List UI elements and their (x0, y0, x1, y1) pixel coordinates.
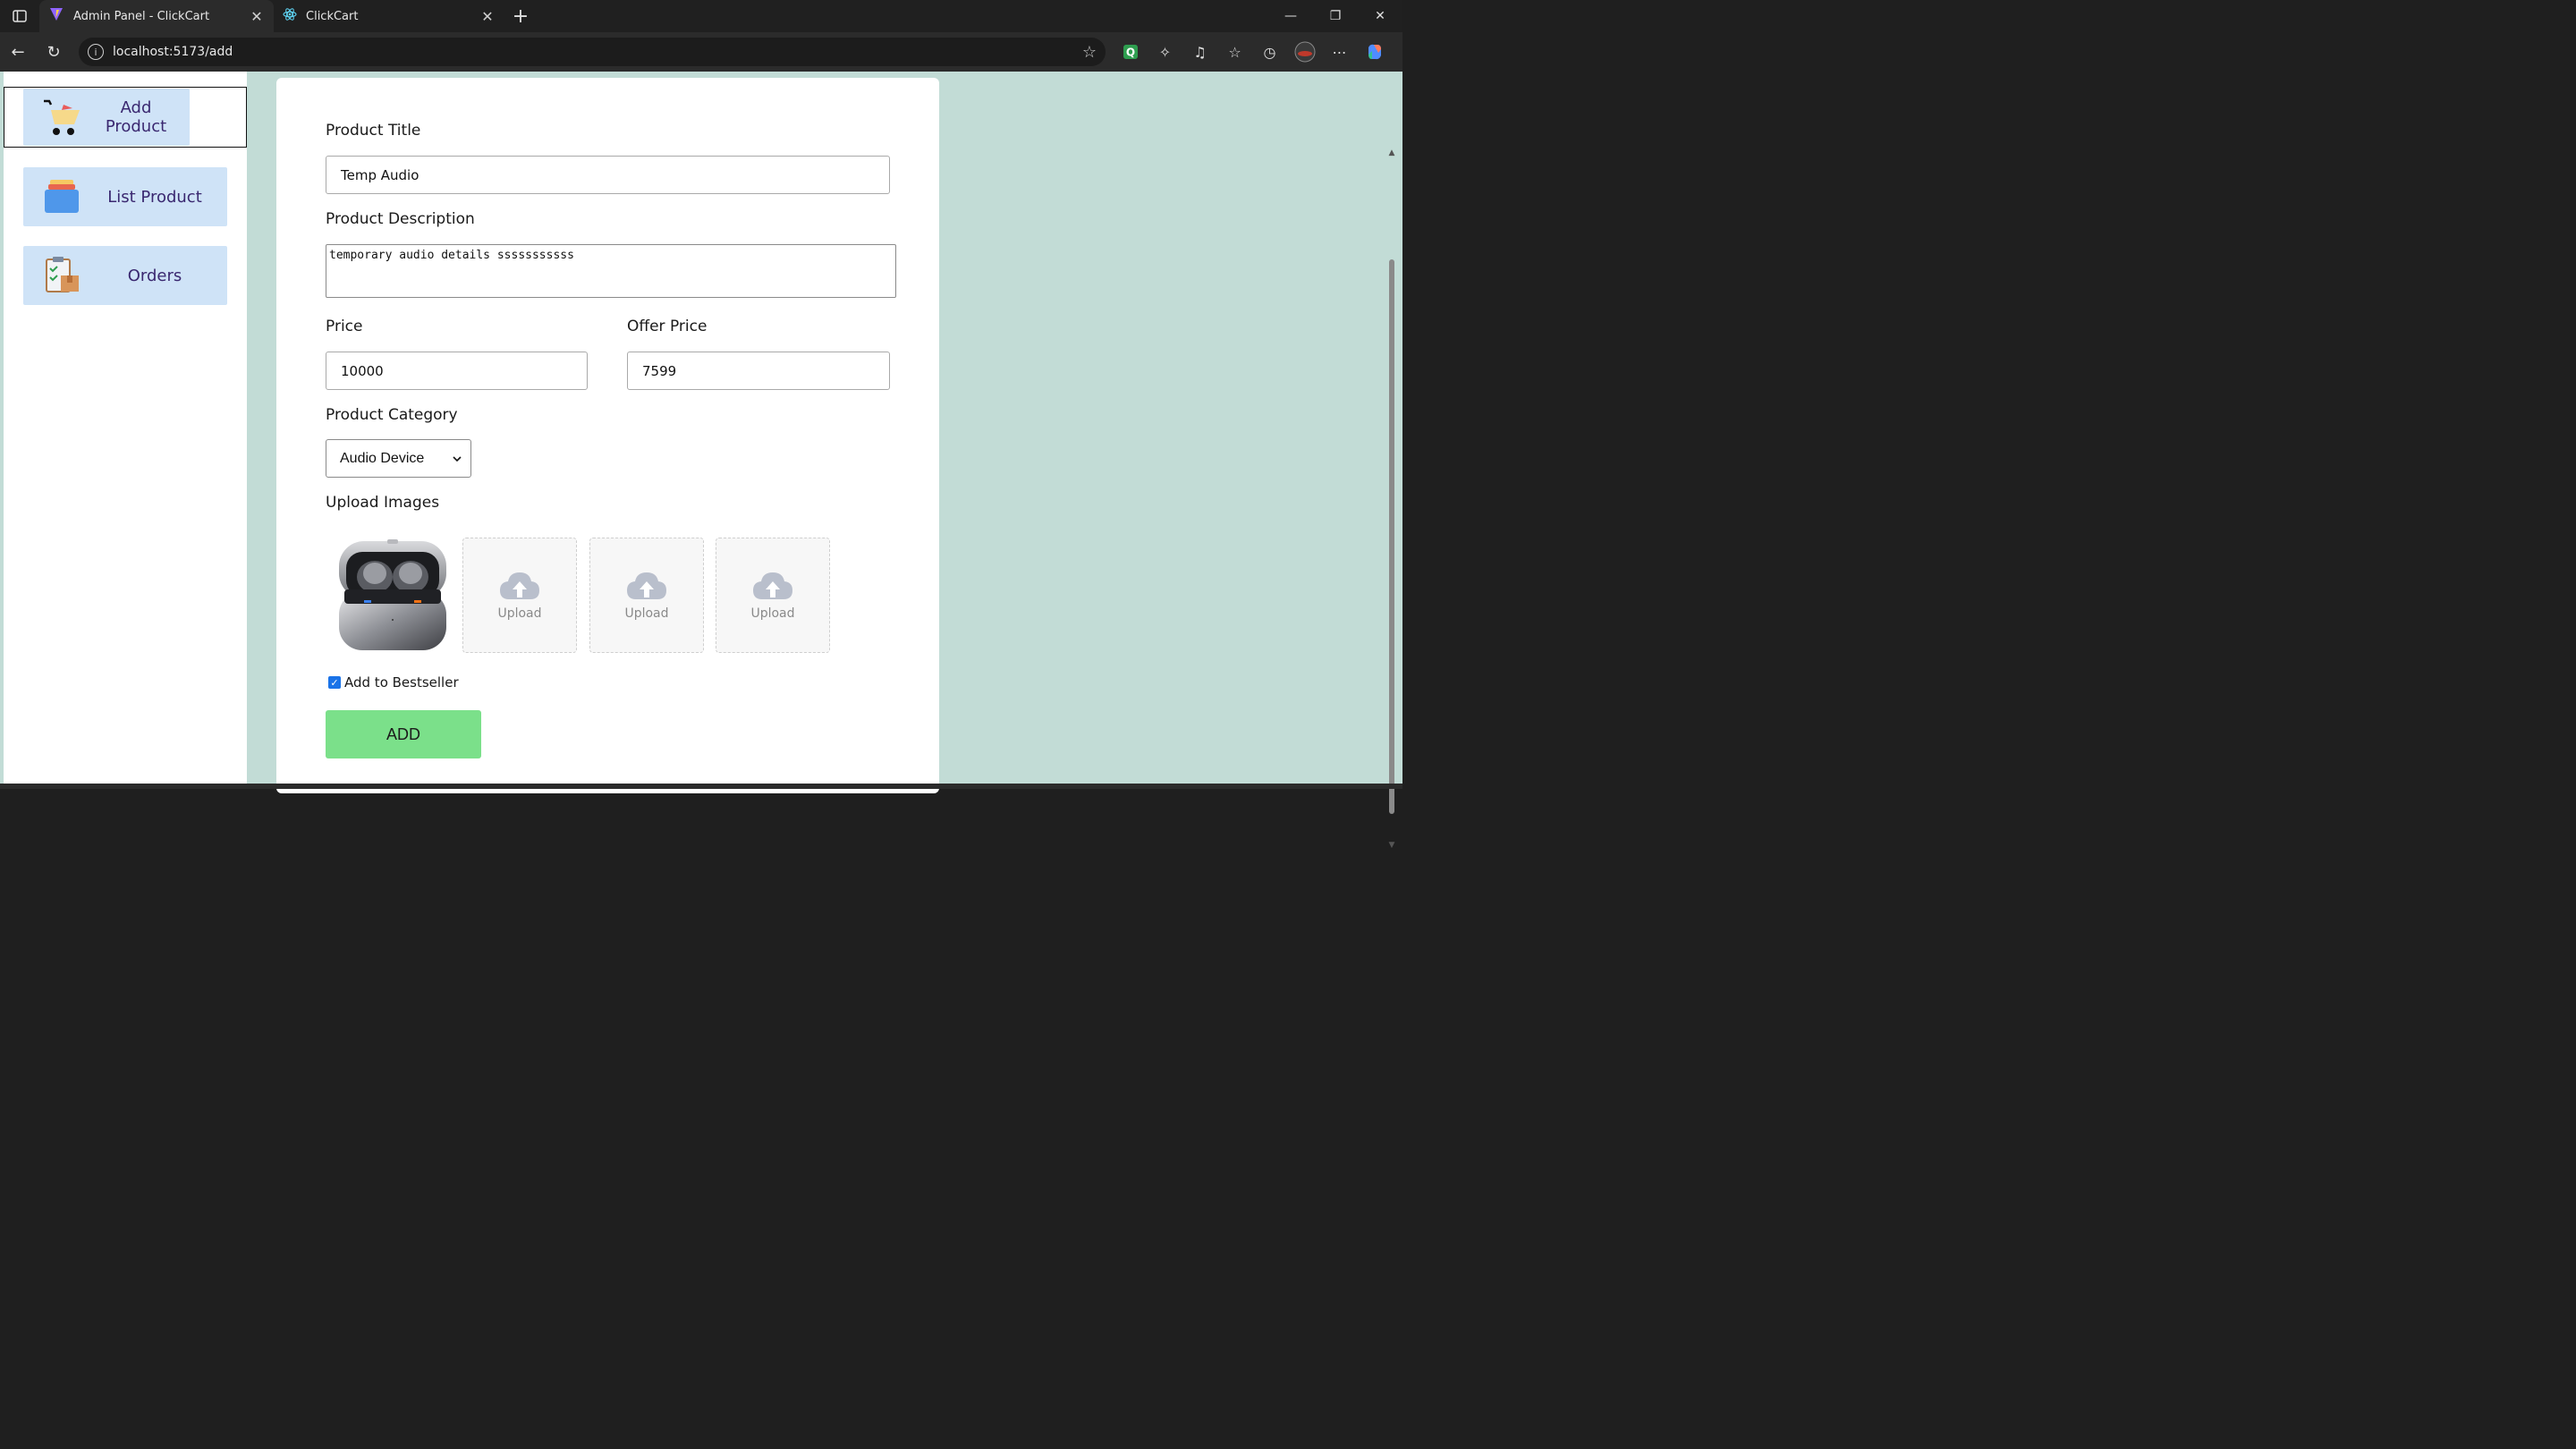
cloud-upload-icon (625, 571, 668, 605)
bestseller-checkbox[interactable]: ✓ (328, 676, 341, 689)
upload-slot-3[interactable]: Upload (589, 538, 704, 653)
extension-q-icon[interactable]: Q (1113, 32, 1148, 72)
media-icon[interactable]: ♫ (1182, 32, 1217, 72)
scroll-up-icon[interactable]: ▲ (1386, 148, 1397, 157)
add-product-button[interactable]: ADD (326, 710, 481, 758)
product-description-label: Product Description (326, 210, 475, 228)
offer-price-label: Offer Price (627, 318, 708, 335)
sidebar-toggle-icon[interactable] (0, 0, 39, 32)
product-description-textarea[interactable]: temporary audio details sssssssssss (326, 244, 896, 298)
close-window-icon[interactable]: ✕ (1358, 0, 1402, 32)
upload-slot-label: Upload (497, 606, 542, 621)
sidebar-item-orders[interactable]: Orders (23, 246, 227, 305)
upload-slot-4[interactable]: Upload (716, 538, 830, 653)
close-tab-icon[interactable]: ✕ (479, 8, 496, 25)
sidebar-item-label: Orders (127, 266, 182, 285)
new-tab-icon[interactable]: + (504, 0, 537, 32)
minimize-icon[interactable]: — (1268, 0, 1313, 32)
add-product-form: Product Title Temp Audio Product Descrip… (276, 78, 939, 793)
product-title-label: Product Title (326, 122, 421, 140)
profile-avatar[interactable] (1287, 32, 1322, 72)
cloud-upload-icon (751, 571, 794, 605)
admin-sidebar: Add Product List Product Orders (4, 72, 247, 784)
browser-tab-bar: Admin Panel - ClickCart ✕ ClickCart ✕ + … (0, 0, 1402, 32)
cart-icon (30, 97, 93, 137)
close-tab-icon[interactable]: ✕ (249, 8, 265, 25)
tab-title: ClickCart (306, 9, 359, 23)
history-icon[interactable]: ◷ (1252, 32, 1287, 72)
extensions-puzzle-icon[interactable]: ✧ (1148, 32, 1182, 72)
page-scrollbar[interactable]: ▲ ▼ (1386, 148, 1397, 855)
url-text: localhost:5173/add (113, 45, 233, 59)
scroll-thumb[interactable] (1389, 259, 1394, 814)
page-content: Add Product List Product Orders Product … (0, 72, 1402, 850)
reload-icon[interactable]: ↻ (36, 32, 72, 72)
selected-category: Audio Device (340, 450, 425, 466)
sidebar-item-label: List Product (107, 187, 202, 207)
window-bottom-edge (0, 784, 1402, 789)
copilot-icon[interactable] (1357, 32, 1392, 72)
price-label: Price (326, 318, 363, 335)
back-icon[interactable]: ← (0, 32, 36, 72)
browser-toolbar: ← ↻ i localhost:5173/add ☆ Q ✧ ♫ ☆ ◷ ⋯ (0, 32, 1402, 72)
tab-admin-panel[interactable]: Admin Panel - ClickCart ✕ (39, 0, 274, 32)
svg-text:Q: Q (1125, 47, 1134, 59)
scroll-down-icon[interactable]: ▼ (1386, 841, 1397, 850)
bestseller-label: Add to Bestseller (344, 674, 459, 691)
upload-slot-2[interactable]: Upload (462, 538, 577, 653)
cloud-upload-icon (498, 571, 541, 605)
tab-title: Admin Panel - ClickCart (73, 9, 210, 23)
favorites-icon[interactable]: ☆ (1217, 32, 1252, 72)
sidebar-item-list-product[interactable]: List Product (23, 167, 227, 226)
sidebar-item-add-product[interactable]: Add Product (23, 89, 190, 146)
tab-clickcart[interactable]: ClickCart ✕ (274, 0, 504, 32)
product-title-input[interactable]: Temp Audio (326, 156, 890, 194)
bestseller-row: ✓ Add to Bestseller (328, 674, 459, 691)
product-category-select[interactable]: Audio Device (326, 439, 471, 478)
price-input[interactable]: 10000 (326, 352, 588, 390)
product-category-label: Product Category (326, 406, 458, 424)
uploaded-image-preview[interactable] (337, 538, 448, 652)
more-menu-icon[interactable]: ⋯ (1322, 32, 1357, 72)
restore-icon[interactable]: ❐ (1313, 0, 1358, 32)
clipboard-box-icon (30, 256, 93, 295)
address-bar[interactable]: i localhost:5173/add ☆ (79, 38, 1106, 66)
vite-icon (48, 6, 64, 26)
upload-slot-label: Upload (750, 606, 795, 621)
stack-icon (30, 178, 93, 216)
site-info-icon[interactable]: i (88, 44, 104, 60)
window-controls: — ❐ ✕ (1268, 0, 1402, 32)
earbuds-case-image (339, 539, 446, 650)
react-icon (283, 7, 297, 25)
upload-images-label: Upload Images (326, 494, 440, 512)
sidebar-item-label: Add Product (105, 98, 167, 136)
toolbar-icons: Q ✧ ♫ ☆ ◷ ⋯ (1113, 32, 1392, 72)
upload-slot-label: Upload (624, 606, 669, 621)
chevron-down-icon (453, 451, 462, 467)
favorite-star-icon[interactable]: ☆ (1082, 43, 1097, 62)
offer-price-input[interactable]: 7599 (627, 352, 890, 390)
